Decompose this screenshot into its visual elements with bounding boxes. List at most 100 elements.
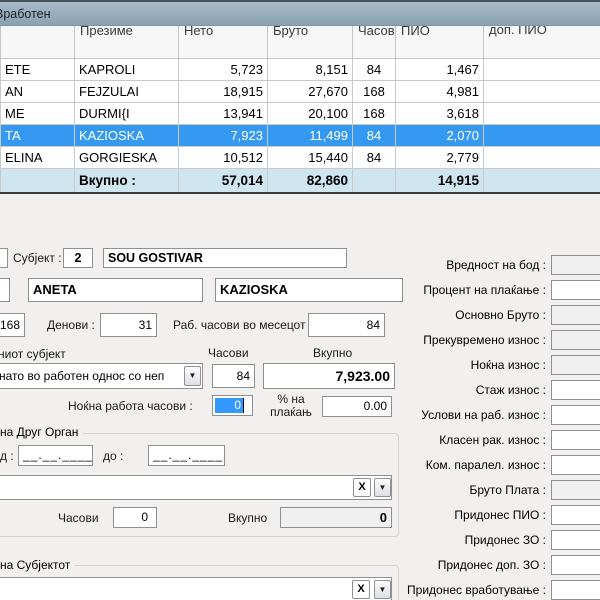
cell-neto: 7,923 (179, 125, 268, 147)
last-name-field[interactable]: KAZIOSKA (215, 278, 403, 302)
employment-type-combobox[interactable]: нато во работен однос со неп (0, 363, 203, 389)
hours-column-label: Часови (208, 346, 249, 360)
other-organ-clear-button[interactable]: X (353, 478, 371, 497)
cell-pio: 1,467 (396, 59, 484, 81)
work-conditions-amount-label: Услови на раб. износ : (380, 405, 546, 425)
cell-bruto: 27,670 (268, 81, 353, 103)
date-from-input[interactable]: __.__.____ (18, 445, 93, 466)
date-to-input[interactable]: __.__.____ (148, 445, 225, 466)
payment-percent-label: Процент на плаќање : (380, 280, 546, 300)
total-column-label: Вкупно (313, 346, 352, 360)
cell-neto: 10,512 (179, 147, 268, 169)
cell-hours: 168 (353, 81, 396, 103)
other-organ-total-field: 0 (280, 507, 392, 528)
cropped-field-fragment[interactable] (0, 278, 10, 302)
month-hours-field[interactable]: 84 (308, 313, 385, 337)
section-title: Вработен (0, 7, 51, 21)
month-hours-label: Раб. часови во месецот : (173, 318, 312, 332)
subject-combobox[interactable] (0, 577, 392, 600)
subject-group-title: на Субјектот (0, 558, 75, 572)
cell-hours: 84 (353, 59, 396, 81)
other-organ-group-title: на Друг Орган (0, 425, 83, 439)
base-gross-field (551, 305, 600, 325)
employee-section-bar: Вработен (0, 0, 600, 26)
seniority-amount-field[interactable] (551, 380, 600, 400)
table-row[interactable]: ELINA GORGIESKA 10,512 15,440 84 2,779 (1, 147, 600, 169)
night-hours-input[interactable]: 0 (212, 395, 253, 416)
payment-percent-field[interactable] (551, 280, 600, 300)
cell-bruto: 15,440 (268, 147, 353, 169)
date-from-label: д : (0, 449, 14, 463)
contribution-employment-label: Придонес вработување : (380, 580, 546, 600)
cell-pio: 4,981 (396, 81, 484, 103)
gross-salary-field (551, 480, 600, 500)
subject-code-field[interactable]: 2 (63, 248, 93, 268)
contribution-pio-label: Придонес ПИО : (380, 505, 546, 525)
table-row[interactable]: ME DURMI{I 13,941 20,100 168 3,618 (1, 103, 600, 125)
other-organ-combobox[interactable] (0, 475, 392, 500)
employees-table: Презиме Нето Бруто Часов ПИО доп. ПИО ET… (0, 0, 600, 194)
first-name-field[interactable]: ANETA (28, 278, 203, 302)
cell-pio: 3,618 (396, 103, 484, 125)
date-to-label: до : (103, 449, 123, 463)
night-hours-label: Ноќна работа часови : (68, 399, 193, 413)
contribution-zo-label: Придонес ЗО : (380, 530, 546, 550)
pay-percent-label: % на плаќањ (262, 393, 320, 419)
subject-name-field[interactable]: SOU GOSTIVAR (103, 248, 347, 268)
cell-bruto: 20,100 (268, 103, 353, 125)
cell-surname: FEJZULAI (75, 81, 179, 103)
chevron-down-icon: ▼ (189, 371, 197, 380)
days-field[interactable]: 31 (100, 313, 157, 337)
payroll-window: убјект : SOU GOSTIVAR Презиме Нето Бруто… (0, 0, 600, 600)
cropped-field-fragment[interactable] (0, 248, 8, 268)
cell-name: ELINA (1, 147, 75, 169)
work-conditions-amount-field[interactable] (551, 405, 600, 425)
cell-total-dop-pio (484, 169, 600, 194)
contribution-dop-zo-label: Придонес доп. ЗО : (380, 555, 546, 575)
cell-surname: GORGIESKA (75, 147, 179, 169)
com-parallel-amount-field[interactable] (551, 455, 600, 475)
table-row[interactable]: ETE KAPROLI 5,723 8,151 84 1,467 (1, 59, 600, 81)
employment-hours-field[interactable]: 84 (212, 364, 255, 388)
cell-name: AN (1, 81, 75, 103)
night-amount-label: Ноќна износ : (380, 355, 546, 375)
contribution-pio-field[interactable] (551, 505, 600, 525)
cell-total-pio: 14,915 (396, 169, 484, 194)
contribution-employment-field[interactable] (551, 580, 600, 600)
cell-total-neto: 57,014 (179, 169, 268, 194)
table-row-selected[interactable]: TA KAZIOSKA 7,923 11,499 84 2,070 (1, 125, 600, 147)
night-amount-field (551, 355, 600, 375)
class-lead-amount-field[interactable] (551, 430, 600, 450)
overtime-amount-field (551, 330, 600, 350)
gross-salary-label: Бруто Плата : (380, 480, 546, 500)
contribution-dop-zo-field[interactable] (551, 555, 600, 575)
cell-surname: KAPROLI (75, 59, 179, 81)
base-gross-label: Основно Бруто : (380, 305, 546, 325)
other-organ-hours-field[interactable]: 0 (113, 507, 157, 528)
employment-total-field: 7,923.00 (263, 363, 395, 389)
cell-neto: 13,941 (179, 103, 268, 125)
cell-pio: 2,070 (396, 125, 484, 147)
cell-bruto: 11,499 (268, 125, 353, 147)
seniority-amount-label: Стаж износ : (380, 380, 546, 400)
contribution-zo-field[interactable] (551, 530, 600, 550)
selected-text: 0 (215, 398, 243, 413)
days-label: Денови : (47, 318, 95, 332)
cell-surname: DURMI{I (75, 103, 179, 125)
cell-total-label: Вкупно : (75, 169, 179, 194)
table-total-row: Вкупно : 57,014 82,860 14,915 (1, 169, 600, 194)
subject-label: Субјект : (13, 251, 62, 265)
com-parallel-amount-label: Ком. паралел. износ : (380, 455, 546, 475)
cell-dop-pio (484, 59, 600, 81)
other-organ-total-label: Вкупно (228, 511, 267, 525)
subject-clear-button[interactable]: X (352, 580, 370, 599)
cell-dop-pio (484, 147, 600, 169)
cell-name: TA (1, 125, 75, 147)
employment-type-dropdown-button[interactable]: ▼ (184, 366, 201, 386)
table-row[interactable]: AN FEJZULAI 18,915 27,670 168 4,981 (1, 81, 600, 103)
cell-hours: 84 (353, 125, 396, 147)
cell-hours: 84 (353, 147, 396, 169)
cell-neto: 18,915 (179, 81, 268, 103)
cell-pio: 2,779 (396, 147, 484, 169)
month-total-hours-field[interactable]: 168 (0, 313, 25, 337)
